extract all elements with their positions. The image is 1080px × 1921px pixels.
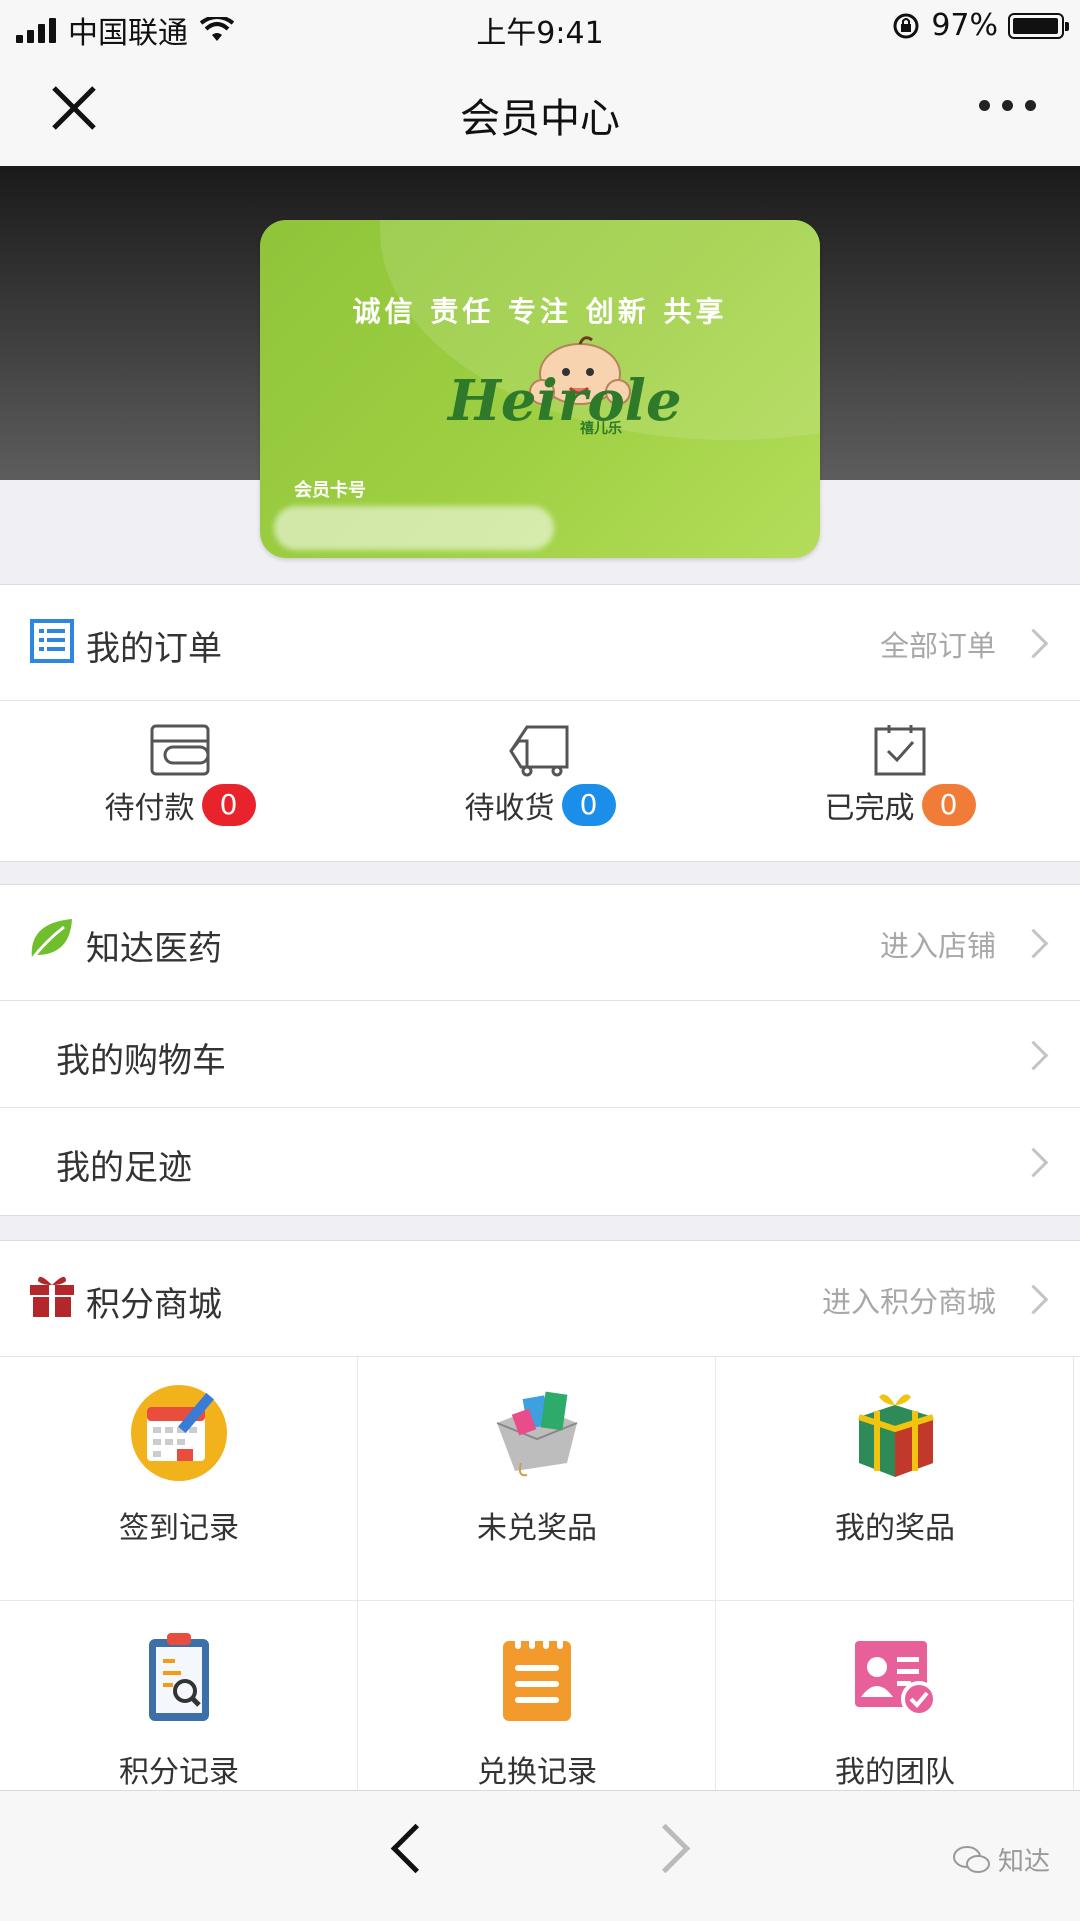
chevron-right-icon [1018, 628, 1049, 659]
order-status-completed[interactable]: 已完成 0 [720, 723, 1080, 827]
pending-payment-label: 待付款 [104, 791, 195, 826]
tile-checkin-label: 签到记录 [119, 1511, 239, 1546]
brand-logo-text: Heirole [448, 368, 682, 434]
shopping-bag-gifts-icon [496, 1391, 578, 1477]
chevron-right-icon [1018, 928, 1049, 959]
orders-title: 我的订单 [86, 629, 222, 669]
gift-icon [30, 1276, 74, 1317]
checkbox-icon [874, 725, 926, 776]
forward-arrow-icon[interactable] [640, 1823, 691, 1874]
order-list-icon [30, 619, 74, 663]
completed-label: 已完成 [824, 791, 915, 826]
tile-exchange-records-label: 兑换记录 [477, 1755, 597, 1790]
orders-header-row[interactable]: 我的订单 全部订单 [0, 585, 1080, 701]
footprint-label: 我的足迹 [56, 1148, 192, 1188]
member-card[interactable]: 诚信 责任 专注 创新 共享 Heirole 禧儿乐 会员卡号 [260, 220, 820, 558]
pending-delivery-badge: 0 [561, 784, 616, 826]
battery-icon [1008, 12, 1069, 39]
more-icon[interactable] [979, 100, 1036, 111]
leaf-icon [30, 919, 73, 960]
gift-box-icon [858, 1394, 934, 1477]
points-mall-section: 积分商城 进入积分商城 签到记录 未兑奖品 我的奖品 积分记录 兑换记录 我的团… [0, 1240, 1080, 1845]
rotation-lock-icon [893, 13, 919, 38]
cart-label: 我的购物车 [56, 1041, 226, 1081]
pending-delivery-label: 待收货 [464, 791, 555, 826]
store-section: 知达医药 进入店铺 我的购物车 我的足迹 [0, 884, 1080, 1216]
card-slogan: 诚信 责任 专注 创新 共享 [352, 295, 728, 328]
tile-points-records-label: 积分记录 [119, 1755, 239, 1790]
card-number-blurred [274, 506, 554, 550]
tile-unredeemed-prizes[interactable]: 未兑奖品 [358, 1357, 716, 1601]
watermark-text: 知达 [997, 1847, 1050, 1877]
wallet-icon [150, 724, 210, 776]
back-arrow-icon[interactable] [390, 1823, 441, 1874]
chevron-right-icon [1018, 1040, 1049, 1071]
order-status-pending-delivery[interactable]: 待收货 0 [360, 723, 720, 827]
status-bar: 中国联通 上午9:41 97% [0, 0, 1080, 52]
pending-payment-badge: 0 [201, 784, 256, 826]
tile-my-prizes-label: 我的奖品 [835, 1511, 955, 1546]
all-orders-link[interactable]: 全部订单 [880, 623, 996, 665]
brand-logo-subtext: 禧儿乐 [580, 421, 622, 437]
enter-store-link[interactable]: 进入店铺 [880, 923, 996, 965]
battery-percent: 97% [931, 8, 998, 43]
tile-checkin-records[interactable]: 签到记录 [0, 1357, 358, 1601]
order-status-pending-payment[interactable]: 待付款 0 [0, 723, 360, 827]
tile-unredeemed-label: 未兑奖品 [477, 1511, 597, 1546]
chevron-right-icon [1018, 1284, 1049, 1315]
notepad-icon [503, 1633, 571, 1721]
clipboard-search-icon [149, 1633, 209, 1721]
card-number-label: 会员卡号 [294, 480, 366, 501]
id-card-check-icon [855, 1641, 937, 1717]
points-mall-grid: 签到记录 未兑奖品 我的奖品 积分记录 兑换记录 我的团队 [0, 1357, 1080, 1847]
page-title: 会员中心 [460, 96, 620, 142]
completed-badge: 0 [921, 784, 976, 826]
orders-section: 我的订单 全部订单 待付款 0 待收货 0 已完成 0 [0, 584, 1080, 862]
tile-my-team-label: 我的团队 [835, 1755, 955, 1790]
watermark: 知达 [952, 1841, 1050, 1878]
nav-bar: 会员中心 [0, 52, 1080, 167]
list-item-cart[interactable]: 我的购物车 [0, 1001, 1080, 1108]
points-mall-title: 积分商城 [86, 1285, 222, 1325]
wechat-icon [952, 1845, 990, 1873]
delivery-truck-icon [509, 725, 569, 777]
browser-bottom-bar: 知达 [0, 1790, 1080, 1921]
calendar-pencil-icon [131, 1385, 227, 1481]
tile-my-prizes[interactable]: 我的奖品 [716, 1357, 1074, 1601]
store-header-row[interactable]: 知达医药 进入店铺 [0, 885, 1080, 1001]
chevron-right-icon [1018, 1147, 1049, 1178]
enter-points-mall-link[interactable]: 进入积分商城 [822, 1279, 996, 1321]
list-item-footprint[interactable]: 我的足迹 [0, 1108, 1080, 1215]
points-mall-header-row[interactable]: 积分商城 进入积分商城 [0, 1241, 1080, 1357]
store-title: 知达医药 [86, 929, 222, 969]
